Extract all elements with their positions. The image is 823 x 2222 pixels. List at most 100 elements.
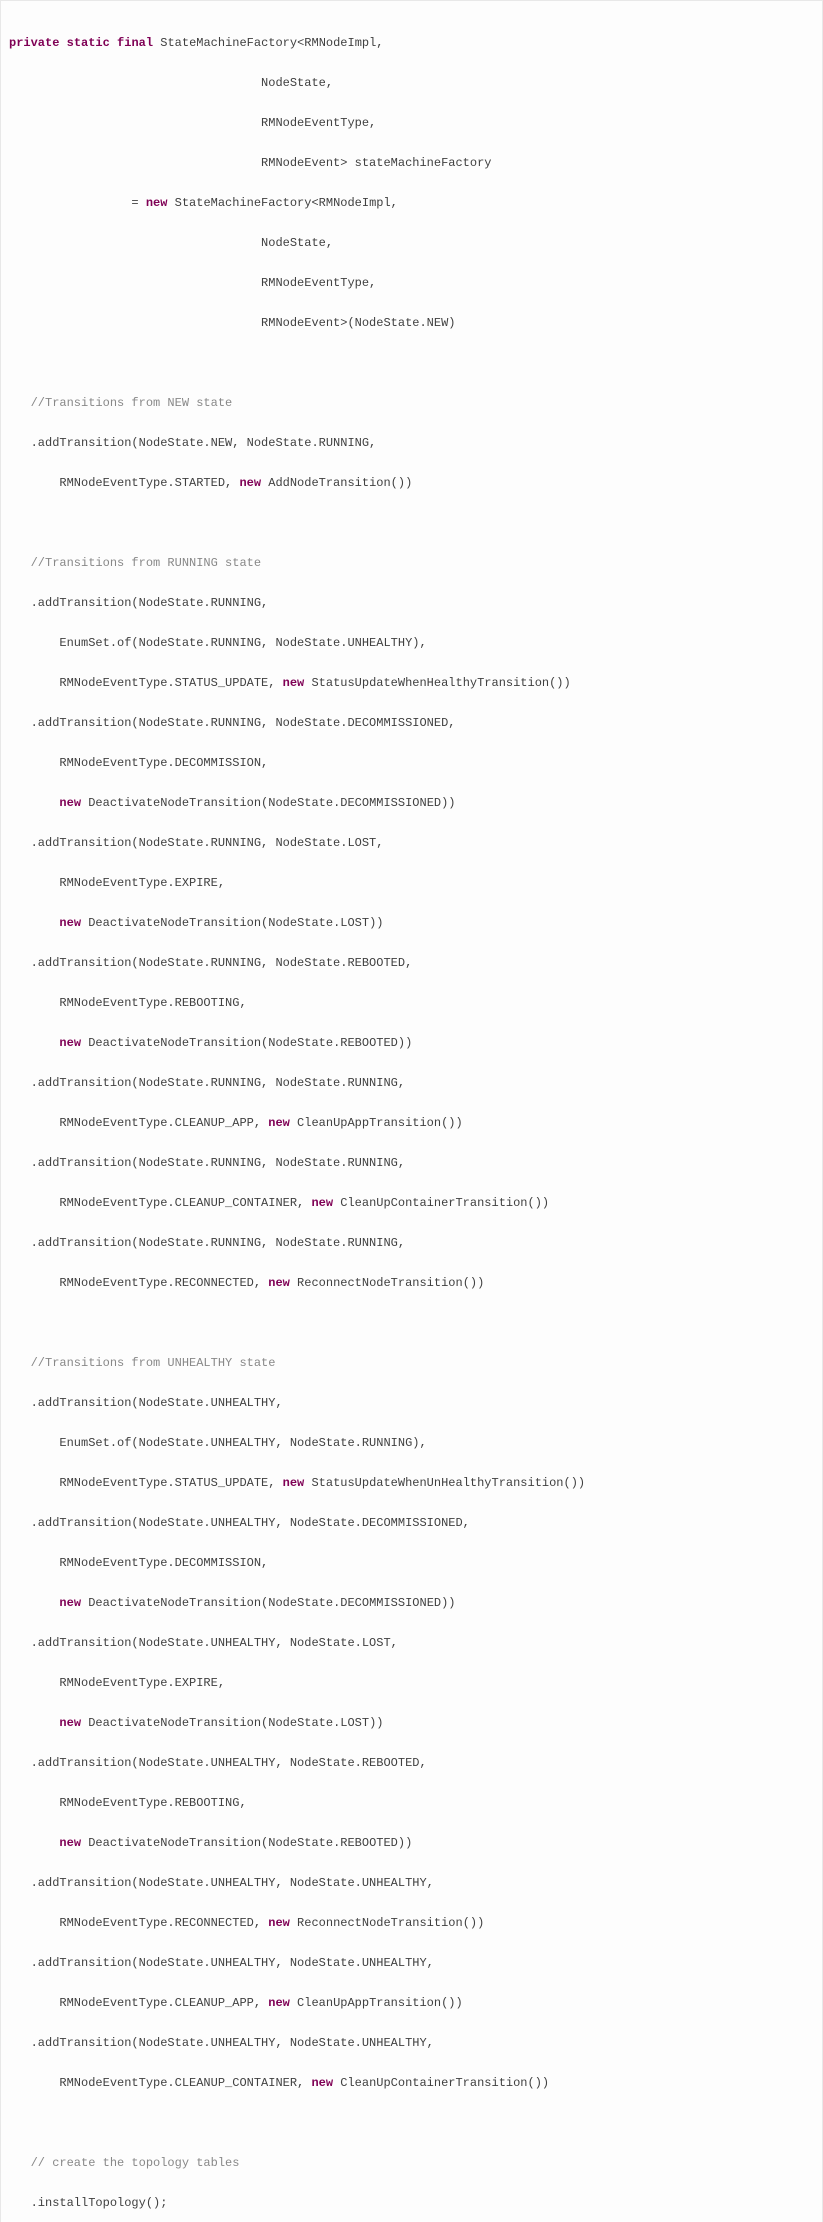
code-line: RMNodeEventType.EXPIRE, bbox=[1, 873, 822, 893]
blank-line bbox=[1, 2113, 822, 2133]
code-text: CleanUpContainerTransition()) bbox=[333, 2076, 549, 2090]
code-line: .addTransition(NodeState.NEW, NodeState.… bbox=[1, 433, 822, 453]
keyword-new: new bbox=[268, 1916, 290, 1930]
code-text: RMNodeEventType.CLEANUP_CONTAINER, bbox=[9, 1196, 311, 1210]
comment-line: //Transitions from RUNNING state bbox=[1, 553, 822, 573]
code-line: = new StateMachineFactory<RMNodeImpl, bbox=[1, 193, 822, 213]
code-line: new DeactivateNodeTransition(NodeState.R… bbox=[1, 1833, 822, 1853]
code-line: RMNodeEventType.CLEANUP_CONTAINER, new C… bbox=[1, 2073, 822, 2093]
code-text: CleanUpAppTransition()) bbox=[290, 1116, 463, 1130]
code-line: RMNodeEventType.CLEANUP_APP, new CleanUp… bbox=[1, 1113, 822, 1133]
code-line: .addTransition(NodeState.RUNNING, NodeSt… bbox=[1, 1073, 822, 1093]
comment-line: // create the topology tables bbox=[1, 2153, 822, 2173]
code-text: = bbox=[9, 196, 146, 210]
keyword-static: static bbox=[67, 36, 110, 50]
keyword-new: new bbox=[59, 796, 81, 810]
code-line: RMNodeEvent>(NodeState.NEW) bbox=[1, 313, 822, 333]
code-text: RMNodeEventType.CLEANUP_APP, bbox=[9, 1996, 268, 2010]
code-line: RMNodeEventType.RECONNECTED, new Reconne… bbox=[1, 1273, 822, 1293]
code-line: new DeactivateNodeTransition(NodeState.L… bbox=[1, 1713, 822, 1733]
code-text: DeactivateNodeTransition(NodeState.REBOO… bbox=[81, 1036, 412, 1050]
code-line: .addTransition(NodeState.RUNNING, NodeSt… bbox=[1, 1233, 822, 1253]
code-line: RMNodeEventType.STATUS_UPDATE, new Statu… bbox=[1, 1473, 822, 1493]
code-text bbox=[9, 1036, 59, 1050]
code-text: RMNodeEventType.CLEANUP_CONTAINER, bbox=[9, 2076, 311, 2090]
code-line: RMNodeEventType.DECOMMISSION, bbox=[1, 753, 822, 773]
code-text: AddNodeTransition()) bbox=[261, 476, 412, 490]
code-text: RMNodeEventType.STATUS_UPDATE, bbox=[9, 676, 283, 690]
keyword-new: new bbox=[311, 1196, 333, 1210]
code-line: RMNodeEventType, bbox=[1, 113, 822, 133]
keyword-new: new bbox=[268, 1276, 290, 1290]
keyword-new: new bbox=[283, 1476, 305, 1490]
keyword-new: new bbox=[311, 2076, 333, 2090]
keyword-new: new bbox=[268, 1996, 290, 2010]
code-line: .addTransition(NodeState.UNHEALTHY, bbox=[1, 1393, 822, 1413]
keyword-new: new bbox=[239, 476, 261, 490]
code-line: .addTransition(NodeState.UNHEALTHY, Node… bbox=[1, 1633, 822, 1653]
code-line: private static final StateMachineFactory… bbox=[1, 33, 822, 53]
code-line: .addTransition(NodeState.UNHEALTHY, Node… bbox=[1, 1873, 822, 1893]
code-line: .addTransition(NodeState.UNHEALTHY, Node… bbox=[1, 1753, 822, 1773]
comment-line: //Transitions from UNHEALTHY state bbox=[1, 1353, 822, 1373]
code-line: RMNodeEventType.DECOMMISSION, bbox=[1, 1553, 822, 1573]
code-block: private static final StateMachineFactory… bbox=[0, 0, 823, 2222]
keyword-new: new bbox=[59, 1716, 81, 1730]
code-text: ReconnectNodeTransition()) bbox=[290, 1276, 484, 1290]
code-text: RMNodeEventType.RECONNECTED, bbox=[9, 1276, 268, 1290]
blank-line bbox=[1, 1313, 822, 1333]
code-line: .addTransition(NodeState.RUNNING, NodeSt… bbox=[1, 953, 822, 973]
code-line: RMNodeEventType.REBOOTING, bbox=[1, 1793, 822, 1813]
code-line: RMNodeEventType, bbox=[1, 273, 822, 293]
keyword-new: new bbox=[268, 1116, 290, 1130]
code-text: CleanUpContainerTransition()) bbox=[333, 1196, 549, 1210]
code-text: StatusUpdateWhenHealthyTransition()) bbox=[304, 676, 570, 690]
code-text: RMNodeEventType.STARTED, bbox=[9, 476, 239, 490]
keyword-new: new bbox=[59, 1036, 81, 1050]
code-line: new DeactivateNodeTransition(NodeState.L… bbox=[1, 913, 822, 933]
code-text: ReconnectNodeTransition()) bbox=[290, 1916, 484, 1930]
code-line: .installTopology(); bbox=[1, 2193, 822, 2213]
code-text bbox=[9, 1836, 59, 1850]
code-text: DeactivateNodeTransition(NodeState.DECOM… bbox=[81, 796, 455, 810]
code-text: RMNodeEventType.CLEANUP_APP, bbox=[9, 1116, 268, 1130]
code-text: RMNodeEventType.STATUS_UPDATE, bbox=[9, 1476, 283, 1490]
code-line: .addTransition(NodeState.RUNNING, NodeSt… bbox=[1, 1153, 822, 1173]
code-line: RMNodeEventType.EXPIRE, bbox=[1, 1673, 822, 1693]
code-text: DeactivateNodeTransition(NodeState.REBOO… bbox=[81, 1836, 412, 1850]
keyword-new: new bbox=[283, 676, 305, 690]
code-text bbox=[9, 916, 59, 930]
keyword-final: final bbox=[117, 36, 153, 50]
code-line: EnumSet.of(NodeState.UNHEALTHY, NodeStat… bbox=[1, 1433, 822, 1453]
code-line: new DeactivateNodeTransition(NodeState.D… bbox=[1, 793, 822, 813]
keyword-new: new bbox=[59, 1596, 81, 1610]
code-text: DeactivateNodeTransition(NodeState.LOST)… bbox=[81, 1716, 383, 1730]
code-text: StatusUpdateWhenUnHealthyTransition()) bbox=[304, 1476, 585, 1490]
code-line: .addTransition(NodeState.RUNNING, NodeSt… bbox=[1, 713, 822, 733]
keyword-new: new bbox=[59, 916, 81, 930]
code-line: RMNodeEventType.CLEANUP_CONTAINER, new C… bbox=[1, 1193, 822, 1213]
code-line: NodeState, bbox=[1, 233, 822, 253]
keyword-private: private bbox=[9, 36, 59, 50]
code-line: RMNodeEventType.STARTED, new AddNodeTran… bbox=[1, 473, 822, 493]
keyword-new: new bbox=[146, 196, 168, 210]
code-line: .addTransition(NodeState.UNHEALTHY, Node… bbox=[1, 1953, 822, 1973]
code-line: .addTransition(NodeState.UNHEALTHY, Node… bbox=[1, 1513, 822, 1533]
code-line: .addTransition(NodeState.RUNNING, bbox=[1, 593, 822, 613]
code-line: .addTransition(NodeState.RUNNING, NodeSt… bbox=[1, 833, 822, 853]
blank-line bbox=[1, 513, 822, 533]
code-line: new DeactivateNodeTransition(NodeState.D… bbox=[1, 1593, 822, 1613]
blank-line bbox=[1, 353, 822, 373]
comment-line: //Transitions from NEW state bbox=[1, 393, 822, 413]
code-text bbox=[9, 796, 59, 810]
code-text: DeactivateNodeTransition(NodeState.DECOM… bbox=[81, 1596, 455, 1610]
code-line: RMNodeEvent> stateMachineFactory bbox=[1, 153, 822, 173]
code-line: new DeactivateNodeTransition(NodeState.R… bbox=[1, 1033, 822, 1053]
code-line: NodeState, bbox=[1, 73, 822, 93]
code-line: .addTransition(NodeState.UNHEALTHY, Node… bbox=[1, 2033, 822, 2053]
code-line: RMNodeEventType.REBOOTING, bbox=[1, 993, 822, 1013]
code-text bbox=[9, 1596, 59, 1610]
code-text: RMNodeEventType.RECONNECTED, bbox=[9, 1916, 268, 1930]
code-line: RMNodeEventType.STATUS_UPDATE, new Statu… bbox=[1, 673, 822, 693]
code-text bbox=[9, 1716, 59, 1730]
